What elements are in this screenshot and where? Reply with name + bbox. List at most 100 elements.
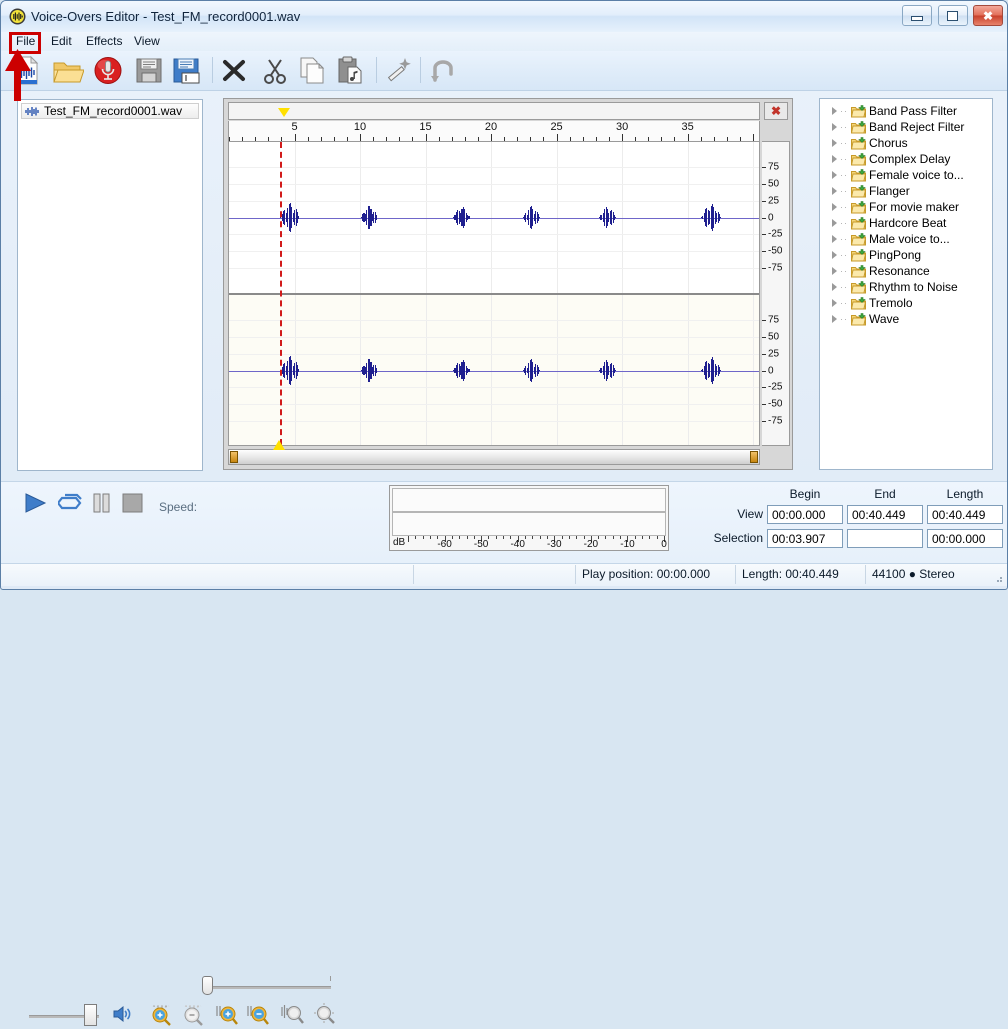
zoom-horizontal-in-button[interactable]: [215, 1002, 239, 1029]
effects-tree-item-label: Tremolo: [869, 296, 913, 310]
overview-position-marker[interactable]: [278, 108, 291, 117]
toolbar-undo-button[interactable]: [425, 54, 459, 87]
effects-tree-item[interactable]: ·· PingPong: [822, 247, 990, 263]
file-list-panel[interactable]: Test_FM_record0001.wav: [17, 99, 203, 471]
toolbar-effects-button[interactable]: [381, 54, 415, 87]
time-ruler[interactable]: 5 10 15 20 25 30 35: [228, 121, 760, 141]
selection-length-field[interactable]: 00:00.000: [927, 529, 1003, 548]
volume-slider-thumb[interactable]: [84, 1004, 97, 1026]
expand-arrow-icon[interactable]: [832, 235, 837, 243]
level-meter: -60 -50 -40 -30 -20 -10 0 dB: [389, 485, 669, 551]
amplitude-label: 25: [768, 348, 780, 360]
toolbar-copy-button[interactable]: [295, 54, 329, 87]
view-end-field[interactable]: 00:40.449: [847, 505, 923, 524]
amplitude-label: 50: [768, 178, 780, 190]
grid-line-horizontal: [229, 268, 759, 270]
expand-arrow-icon[interactable]: [832, 283, 837, 291]
expand-arrow-icon[interactable]: [832, 187, 837, 195]
effects-tree-item[interactable]: ·· Complex Delay: [822, 151, 990, 167]
file-list-item[interactable]: Test_FM_record0001.wav: [21, 103, 199, 119]
zoom-vertical-out-button[interactable]: [181, 1002, 205, 1029]
pause-button[interactable]: [91, 492, 113, 517]
toolbar-save-as-button[interactable]: [169, 54, 203, 87]
toolbar-new-file-button[interactable]: [9, 54, 43, 87]
amplitude-tick: [762, 268, 766, 270]
expand-arrow-icon[interactable]: [832, 299, 837, 307]
expand-arrow-icon[interactable]: [832, 123, 837, 131]
menu-item-effects[interactable]: Effects: [81, 34, 127, 49]
selection-end-field[interactable]: [847, 529, 923, 548]
effects-tree-item[interactable]: ·· Female voice to...: [822, 167, 990, 183]
scroll-position-marker[interactable]: [273, 440, 286, 450]
loop-button[interactable]: [56, 492, 84, 517]
waveform-channel-left[interactable]: [229, 142, 759, 293]
speed-slider-track[interactable]: [211, 986, 331, 989]
amplitude-label: -75: [768, 262, 783, 274]
effects-tree-item[interactable]: ·· Chorus: [822, 135, 990, 151]
effects-tree-item[interactable]: ·· Hardcore Beat: [822, 215, 990, 231]
waveform-overview-strip[interactable]: [228, 102, 760, 120]
toolbar-record-button[interactable]: [91, 54, 125, 87]
effects-tree-item[interactable]: ·· Flanger: [822, 183, 990, 199]
waveform-channel-right[interactable]: [229, 295, 759, 445]
zoom-horizontal-out-icon: [247, 1006, 269, 1025]
waveform-sample: [720, 369, 722, 372]
waveform-close-button[interactable]: ✖: [764, 102, 788, 120]
scrollbar-left-handle[interactable]: [230, 451, 238, 463]
close-button[interactable]: ✖: [973, 5, 1003, 26]
meter-label: 0: [661, 539, 667, 550]
stop-button[interactable]: [121, 492, 145, 517]
menu-item-edit[interactable]: Edit: [46, 34, 77, 49]
expand-arrow-icon[interactable]: [832, 155, 837, 163]
folder-effect-icon: [851, 200, 866, 213]
menu-item-file[interactable]: File: [11, 34, 40, 49]
effects-tree-item[interactable]: ·· Resonance: [822, 263, 990, 279]
toolbar-paste-button[interactable]: [333, 54, 367, 87]
expand-arrow-icon[interactable]: [832, 139, 837, 147]
menu-item-view[interactable]: View: [129, 34, 165, 49]
effects-tree-item[interactable]: ·· Male voice to...: [822, 231, 990, 247]
zoom-horizontal-out-button[interactable]: [246, 1002, 270, 1029]
speed-slider-thumb[interactable]: [202, 976, 213, 995]
expand-arrow-icon[interactable]: [832, 107, 837, 115]
time-header-begin: Begin: [789, 487, 821, 501]
waveform-canvas[interactable]: [228, 141, 760, 446]
effects-tree-panel[interactable]: ·· Band Pass Filter ·· Band Reject Filter ··…: [819, 98, 993, 470]
toolbar: [1, 51, 1007, 91]
expand-arrow-icon[interactable]: [832, 251, 837, 259]
maximize-button[interactable]: [937, 5, 968, 26]
paste-icon: [338, 56, 362, 84]
effects-tree-item[interactable]: ·· Rhythm to Noise: [822, 279, 990, 295]
view-length-field[interactable]: 00:40.449: [927, 505, 1003, 524]
zoom-fit-button[interactable]: [313, 1002, 337, 1029]
grid-line-horizontal: [229, 421, 759, 423]
effects-tree-item[interactable]: ·· For movie maker: [822, 199, 990, 215]
amplitude-tick: [762, 370, 766, 372]
expand-arrow-icon[interactable]: [832, 315, 837, 323]
toolbar-open-button[interactable]: [50, 54, 85, 87]
effects-tree-item[interactable]: ·· Wave: [822, 311, 990, 327]
toolbar-delete-button[interactable]: [217, 54, 251, 87]
effects-tree-item[interactable]: ·· Tremolo: [822, 295, 990, 311]
selection-begin-field[interactable]: 00:03.907: [767, 529, 843, 548]
zoom-vertical-in-button[interactable]: [149, 1002, 173, 1029]
play-button[interactable]: [23, 492, 49, 517]
scrollbar-right-handle[interactable]: [750, 451, 758, 463]
expand-arrow-icon[interactable]: [832, 219, 837, 227]
effects-tree-item[interactable]: ·· Band Pass Filter: [822, 103, 990, 119]
playback-cursor[interactable]: [280, 142, 283, 445]
resize-grip-icon[interactable]: [993, 573, 1003, 583]
expand-arrow-icon[interactable]: [832, 267, 837, 275]
toolbar-save-button[interactable]: [132, 54, 166, 87]
expand-arrow-icon[interactable]: [832, 171, 837, 179]
delete-icon: [223, 60, 245, 81]
window-buttons: ✖: [900, 5, 1003, 27]
waveform-scrollbar[interactable]: [228, 449, 760, 465]
speaker-button[interactable]: [111, 1003, 133, 1028]
zoom-selection-button[interactable]: [281, 1002, 305, 1029]
minimize-button[interactable]: [902, 5, 933, 26]
effects-tree-item[interactable]: ·· Band Reject Filter: [822, 119, 990, 135]
view-begin-field[interactable]: 00:00.000: [767, 505, 843, 524]
toolbar-cut-button[interactable]: [258, 54, 292, 87]
expand-arrow-icon[interactable]: [832, 203, 837, 211]
